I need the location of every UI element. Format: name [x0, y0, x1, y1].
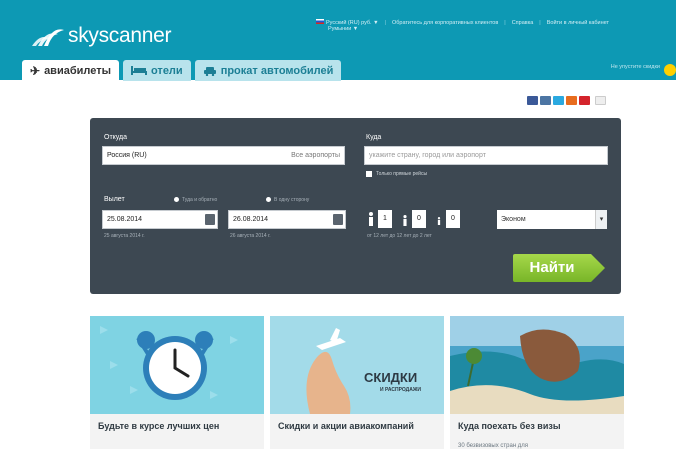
promo-card-visa-free[interactable]: Куда поехать без визы 30 безвизовых стра… [450, 316, 624, 449]
link-business[interactable]: Обратитесь для корпоративных клиентов [392, 20, 498, 26]
divider: | [539, 19, 541, 26]
calendar-icon[interactable] [205, 214, 215, 225]
promo-card-price-alerts[interactable]: Будьте в курсе лучших цен [90, 316, 264, 449]
mail-icon[interactable] [579, 96, 590, 105]
more-share-icon[interactable] [595, 96, 606, 105]
link-login[interactable]: Войти в личный кабинет [547, 20, 609, 26]
promo-image-text: СКИДКИ [364, 370, 418, 385]
logo[interactable]: skyscanner [30, 24, 172, 48]
plane-icon: ✈ [30, 63, 41, 78]
twitter-icon[interactable] [553, 96, 564, 105]
from-label: Откуда [104, 134, 128, 141]
beach-photo [450, 316, 624, 414]
product-tabs: ✈ авиабилеты отели прокат автомобилей [22, 60, 342, 81]
depart-date-input[interactable]: 25.08.2014 [102, 210, 218, 229]
car-icon [203, 66, 216, 76]
tab-car-hire-label: прокат автомобилей [220, 64, 334, 77]
cabin-class-value: Эконом [501, 216, 526, 223]
radio-roundtrip[interactable] [174, 197, 179, 202]
promo-image-subtext: И РАСПРОДАЖИ [380, 387, 421, 393]
radio-oneway[interactable] [266, 197, 271, 202]
promo-title: Скидки и акции авиакомпаний [278, 421, 414, 431]
direct-only-label: Только прямые рейсы [376, 171, 428, 177]
to-placeholder: укажите страну, город или аэропорт [369, 152, 486, 159]
depart-date-text: 25 августа 2014 г. [104, 233, 145, 239]
direct-only-checkbox[interactable] [366, 171, 372, 177]
tab-hotels[interactable]: отели [122, 60, 191, 81]
flight-search-panel: Откуда Россия (RU) Все аэропорты Куда ук… [90, 118, 621, 294]
promo-title: Будьте в курсе лучших цен [98, 421, 220, 431]
radio-roundtrip-label: Туда и обратно [182, 197, 218, 203]
divider: | [384, 19, 386, 26]
tab-flights[interactable]: ✈ авиабилеты [22, 60, 119, 81]
promo-image [90, 316, 264, 414]
to-input[interactable]: укажите страну, город или аэропорт [364, 146, 608, 165]
deals-icon [664, 64, 676, 76]
promo-card-deals[interactable]: СКИДКИ И РАСПРОДАЖИ Скидки и акции авиак… [270, 316, 444, 449]
from-value: Россия (RU) [107, 152, 147, 159]
country-selector[interactable]: Румынии ▼ [328, 26, 358, 32]
promo-image: СКИДКИ И РАСПРОДАЖИ [270, 316, 444, 414]
from-input[interactable]: Россия (RU) Все аэропорты [102, 146, 345, 165]
depart-label: Вылет [104, 196, 125, 203]
odnoklassniki-icon[interactable] [566, 96, 577, 105]
vk-icon[interactable] [540, 96, 551, 105]
cabin-class-select[interactable]: Эконом ▾ [497, 210, 607, 229]
facebook-icon[interactable] [527, 96, 538, 105]
hand-plane-icon [270, 316, 444, 414]
flag-icon [316, 19, 324, 24]
passenger-ages: от 12 лет до 12 лет до 2 лет [367, 233, 432, 239]
return-date-value: 26.08.2014 [233, 216, 269, 223]
infants-stepper[interactable]: 0 [446, 210, 460, 228]
alarm-clock-icon [90, 316, 264, 414]
from-all-airports[interactable]: Все аэропорты [291, 152, 340, 159]
calendar-icon[interactable] [333, 214, 343, 225]
search-button-label: Найти [529, 259, 575, 276]
tab-car-hire[interactable]: прокат автомобилей [194, 60, 342, 81]
tab-hotels-label: отели [150, 64, 183, 77]
return-date-input[interactable]: 26.08.2014 [228, 210, 346, 229]
promo-subtitle: 30 безвизовых стран для [458, 443, 529, 449]
promo-title: Куда поехать без визы [458, 421, 561, 431]
children-stepper[interactable]: 0 [412, 210, 426, 228]
promo-image [450, 316, 624, 414]
social-share [527, 96, 606, 105]
to-label: Куда [366, 134, 382, 141]
link-help[interactable]: Справка [512, 20, 534, 26]
tab-flights-label: авиабилеты [44, 64, 111, 77]
lang-selector[interactable]: Русский (RU) руб. ▼ [316, 19, 379, 26]
chevron-down-icon: ▾ [595, 210, 607, 229]
site-header: skyscanner Русский (RU) руб. ▼ | Обратит… [0, 0, 676, 81]
logo-icon [32, 29, 64, 46]
deals-link[interactable]: Не упустите скидки [611, 64, 660, 70]
child-icon [403, 215, 407, 226]
header-links: Русский (RU) руб. ▼ | Обратитесь для кор… [316, 19, 609, 32]
divider: | [504, 19, 506, 26]
bed-icon [130, 66, 147, 75]
search-button[interactable]: Найти [513, 254, 605, 282]
radio-oneway-label: В одну сторону [274, 197, 310, 203]
return-date-text: 26 августа 2014 г. [230, 233, 271, 239]
depart-date-value: 25.08.2014 [107, 216, 143, 223]
adults-stepper[interactable]: 1 [378, 210, 392, 228]
logo-text: skyscanner [68, 24, 172, 47]
infant-icon [437, 217, 441, 225]
adult-icon [369, 212, 373, 226]
